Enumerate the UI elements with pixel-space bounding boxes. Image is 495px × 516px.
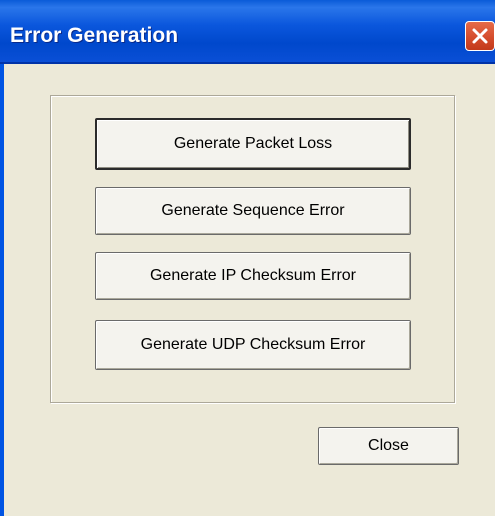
generate-packet-loss-button[interactable]: Generate Packet Loss [95, 118, 411, 170]
close-x-glyph [472, 28, 488, 44]
close-button[interactable]: Close [318, 427, 459, 465]
generate-sequence-error-button[interactable]: Generate Sequence Error [95, 187, 411, 235]
generate-udp-checksum-error-button[interactable]: Generate UDP Checksum Error [95, 320, 411, 370]
close-icon[interactable] [465, 21, 495, 51]
window-title: Error Generation [10, 24, 179, 47]
generate-ip-checksum-error-button[interactable]: Generate IP Checksum Error [95, 252, 411, 300]
title-bar[interactable]: Error Generation [0, 0, 495, 64]
